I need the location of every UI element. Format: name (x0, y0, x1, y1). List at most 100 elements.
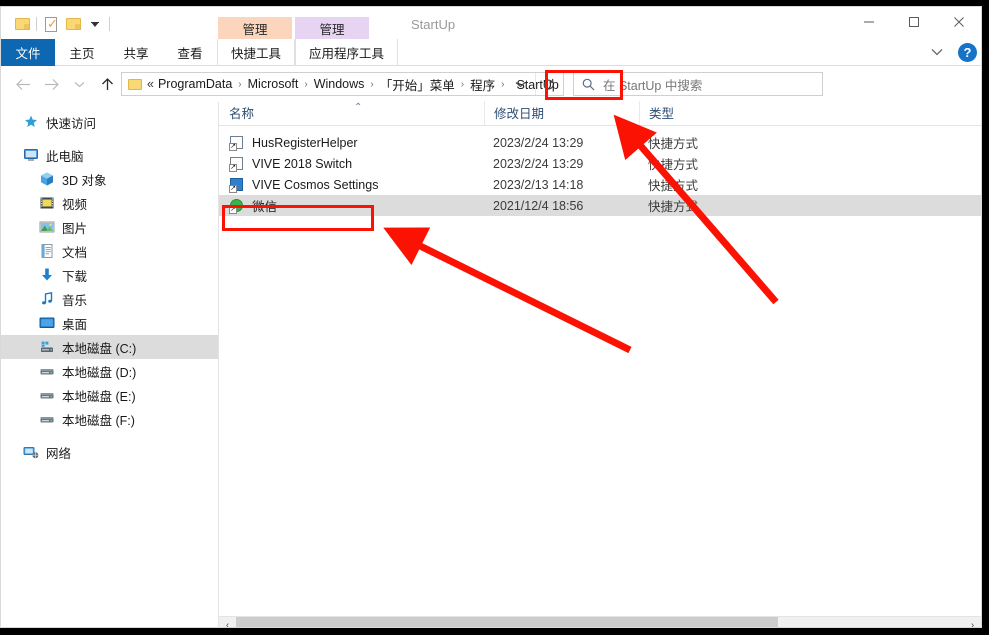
wechat-icon: ↗ (229, 198, 245, 214)
shortcut-icon: ↗ (229, 135, 245, 151)
sidebar-item-3d-objects[interactable]: 3D 对象 (1, 167, 218, 191)
table-row[interactable]: ↗ VIVE 2018 Switch 2023/2/24 13:29 快捷方式 (219, 153, 981, 174)
window-title: StartUp (411, 17, 456, 32)
close-icon[interactable] (936, 7, 981, 37)
sidebar-item-desktop[interactable]: 桌面 (1, 311, 218, 335)
sidebar-item-quick-access[interactable]: 快速访问 (1, 110, 218, 134)
up-arrow-icon[interactable] (93, 70, 121, 98)
sidebar-label-videos: 视频 (62, 197, 88, 212)
breadcrumb-item-programs[interactable]: 程序 (470, 75, 495, 94)
breadcrumb-ellipsis[interactable]: « (147, 77, 158, 91)
forward-arrow-icon[interactable] (37, 70, 65, 98)
table-row[interactable]: ↗ 微信 2021/12/4 18:56 快捷方式 (219, 195, 981, 216)
search-icon (582, 78, 595, 90)
folder-icon[interactable] (11, 13, 33, 35)
sidebar-label-quick-access: 快速访问 (46, 116, 97, 131)
sidebar-label-desktop: 桌面 (62, 317, 88, 332)
contextual-header-shortcut-tools: 管理 (218, 17, 292, 39)
contextual-header-application-tools: 管理 (295, 17, 369, 39)
breadcrumb-separator-1[interactable]: › (232, 79, 247, 90)
tab-home[interactable]: 主页 (55, 39, 109, 66)
file-name-label: VIVE 2018 Switch (252, 156, 353, 171)
tab-share[interactable]: 共享 (109, 39, 163, 66)
recent-locations-dropdown-icon[interactable] (65, 70, 93, 98)
sidebar-item-local-disk-c[interactable]: 本地磁盘 (C:) (1, 335, 218, 359)
sidebar-item-local-disk-d[interactable]: 本地磁盘 (D:) (1, 359, 218, 383)
tab-application-tools[interactable]: 应用程序工具 (295, 39, 399, 66)
breadcrumb-separator-3[interactable]: › (364, 79, 379, 90)
breadcrumb-separator-4[interactable]: › (455, 79, 470, 90)
navigation-pane: 快速访问 此电脑 3D 对象 视频 图片 文档 下载 音乐 桌面 本地磁盘 (C… (1, 102, 218, 627)
file-name-label: VIVE Cosmos Settings (252, 177, 379, 192)
back-arrow-icon[interactable] (9, 70, 37, 98)
sidebar-label-pictures: 图片 (62, 221, 88, 236)
breadcrumb-folder-icon (128, 78, 142, 90)
breadcrumb-item-start-menu[interactable]: 「开始」菜单 (380, 75, 455, 94)
scrollbar-thumb[interactable] (236, 616, 779, 627)
computer-icon (23, 147, 39, 163)
tab-shortcut-tools[interactable]: 快捷工具 (217, 39, 296, 66)
sidebar-item-local-disk-e[interactable]: 本地磁盘 (E:) (1, 383, 218, 407)
column-header-date-modified[interactable]: 修改日期 (484, 101, 639, 125)
table-row[interactable]: ↗ HusRegisterHelper 2023/2/24 13:29 快捷方式 (219, 132, 981, 153)
sidebar-label-documents: 文档 (62, 245, 88, 260)
pictures-icon (39, 219, 55, 235)
scroll-left-icon[interactable]: ‹ (219, 617, 236, 628)
table-row[interactable]: ↗ VIVE Cosmos Settings 2023/2/13 14:18 快… (219, 174, 981, 195)
contextual-tab-headers: 管理 管理 (218, 17, 369, 39)
file-date-cell: 2023/2/13 14:18 (493, 177, 584, 192)
breadcrumb-separator-2[interactable]: › (298, 79, 313, 90)
horizontal-scrollbar[interactable]: ‹ › (219, 616, 981, 628)
scrollbar-track[interactable] (236, 616, 964, 627)
sidebar-label-local-disk-c: 本地磁盘 (C:) (62, 341, 137, 356)
customize-dropdown-icon[interactable] (84, 13, 106, 35)
explorer-window: 管理 管理 StartUp 文件 主页 共享 查看 快捷工具 应用程序工具 (0, 6, 982, 628)
breadcrumb-bar[interactable]: « ProgramData › Microsoft › Windows › 「开… (121, 72, 564, 96)
minimize-icon[interactable] (846, 7, 891, 37)
desktop-icon (39, 315, 55, 331)
refresh-icon[interactable] (535, 73, 561, 95)
sidebar-label-downloads: 下载 (62, 269, 88, 284)
breadcrumb-chevron-down-icon[interactable] (507, 73, 533, 95)
column-header-type[interactable]: 类型 (639, 101, 759, 125)
drive-icon (39, 363, 55, 379)
sidebar-item-videos[interactable]: 视频 (1, 191, 218, 215)
qat-divider (36, 17, 37, 31)
file-date-cell: 2023/2/24 13:29 (493, 156, 584, 171)
sidebar-item-music[interactable]: 音乐 (1, 287, 218, 311)
file-date-cell: 2021/12/4 18:56 (493, 198, 584, 213)
properties-icon[interactable] (40, 13, 62, 35)
sidebar-item-local-disk-f[interactable]: 本地磁盘 (F:) (1, 407, 218, 431)
sidebar-item-this-pc[interactable]: 此电脑 (1, 143, 218, 167)
file-name-label: HusRegisterHelper (252, 135, 358, 150)
drive-icon (39, 387, 55, 403)
scroll-right-icon[interactable]: › (964, 617, 981, 628)
sidebar-item-pictures[interactable]: 图片 (1, 215, 218, 239)
file-type-cell: 快捷方式 (648, 179, 699, 193)
tab-view[interactable]: 查看 (163, 39, 217, 66)
new-folder-icon[interactable] (62, 13, 84, 35)
file-type-cell: 快捷方式 (648, 158, 699, 172)
breadcrumb-item-windows[interactable]: Windows (314, 77, 365, 91)
expand-ribbon-chevron-down-icon[interactable] (926, 41, 948, 63)
search-box[interactable]: 在 StartUp 中搜索 (573, 72, 823, 96)
qat-divider-2 (109, 17, 110, 31)
tab-file[interactable]: 文件 (1, 39, 55, 66)
file-type-cell: 快捷方式 (648, 200, 699, 214)
file-date-cell: 2023/2/24 13:29 (493, 135, 584, 150)
column-header-name[interactable]: 名称 (219, 101, 484, 125)
title-bar: 管理 管理 StartUp (1, 7, 981, 39)
sidebar-label-local-disk-f: 本地磁盘 (F:) (62, 413, 135, 428)
sidebar-item-downloads[interactable]: 下载 (1, 263, 218, 287)
window-controls (846, 7, 981, 37)
sidebar-item-network[interactable]: 网络 (1, 440, 218, 464)
breadcrumb-item-programdata[interactable]: ProgramData (158, 77, 232, 91)
sidebar-item-documents[interactable]: 文档 (1, 239, 218, 263)
music-icon (39, 291, 55, 307)
file-list-pane: 名称 修改日期 类型 ⌃ ↗ HusRegisterHelper 2023/2/… (218, 101, 981, 628)
file-name-cell: ↗ VIVE 2018 Switch (219, 156, 484, 172)
maximize-icon[interactable] (891, 7, 936, 37)
breadcrumb-item-microsoft[interactable]: Microsoft (248, 77, 299, 91)
file-name-label: 微信 (252, 200, 278, 214)
help-icon[interactable]: ? (958, 42, 977, 62)
